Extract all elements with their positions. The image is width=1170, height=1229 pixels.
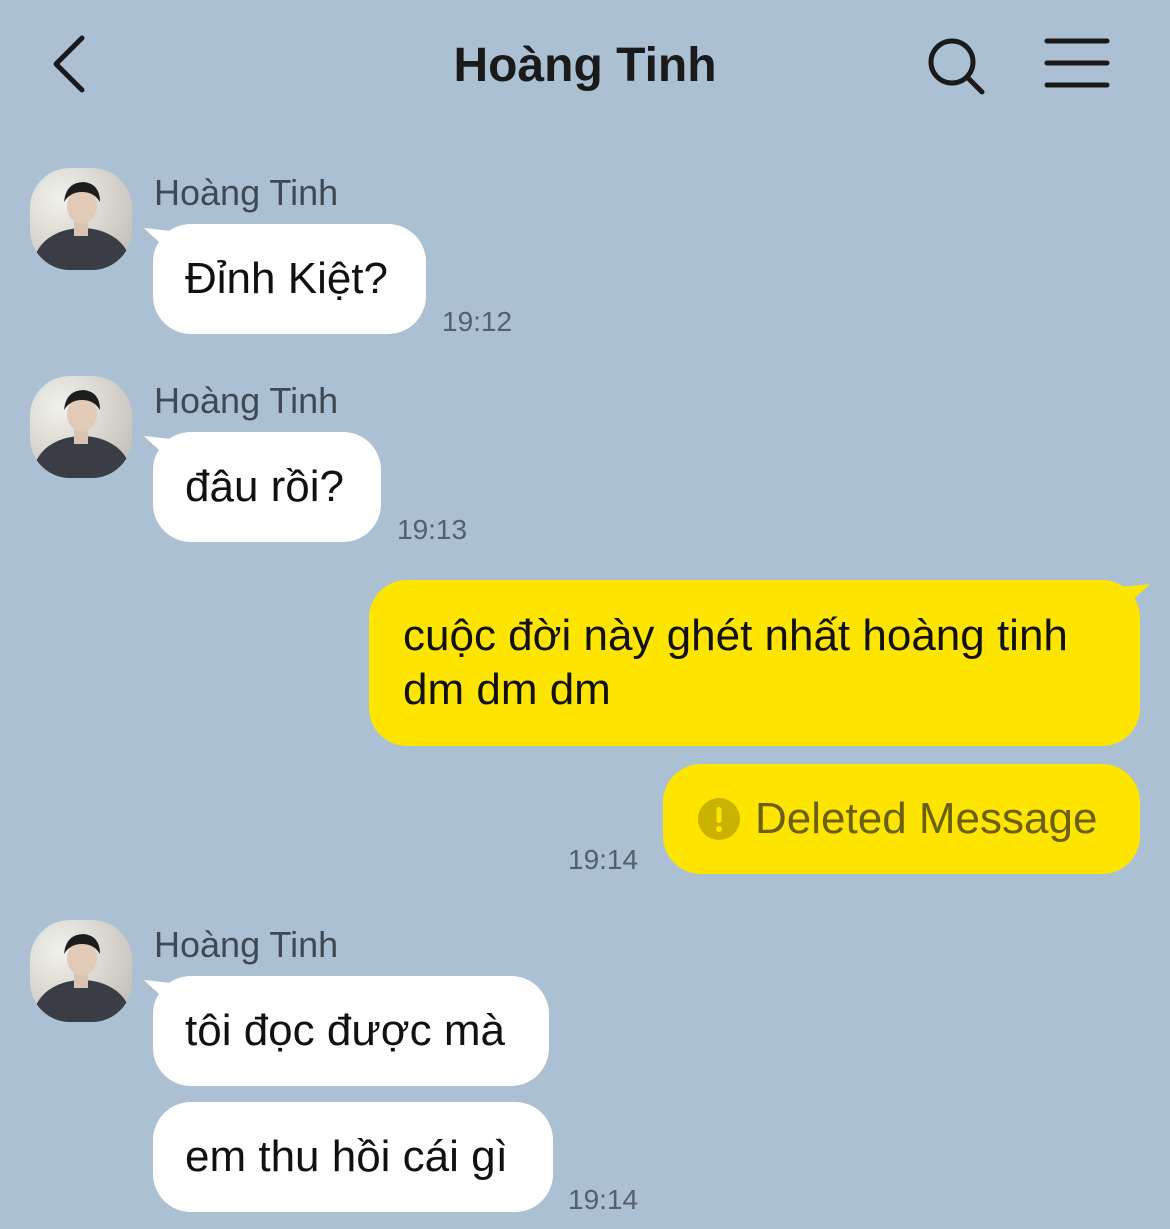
message-text: dm dm dm <box>403 665 611 714</box>
deleted-message-text: Deleted Message <box>755 794 1098 843</box>
chat-header: Hoàng Tinh <box>0 0 1170 140</box>
deleted-message-bubble[interactable]: Deleted Message <box>663 764 1140 874</box>
message-text: em thu hồi cái gì <box>185 1132 508 1181</box>
message-time: 19:13 <box>397 514 468 545</box>
message-time: 19:14 <box>568 1184 639 1215</box>
sender-name: Hoàng Tinh <box>154 924 339 965</box>
avatar[interactable] <box>30 376 132 478</box>
avatar[interactable] <box>30 920 132 1022</box>
message-text: Đỉnh Kiệt? <box>185 254 389 303</box>
message-bubble[interactable]: tôi đọc được mà <box>153 976 549 1086</box>
search-button[interactable] <box>924 34 988 98</box>
exclamation-circle-icon <box>698 798 740 840</box>
message-bubble[interactable]: cuộc đời này ghét nhất hoàng tinh dm dm … <box>369 580 1140 746</box>
message-text: đâu rồi? <box>185 462 345 511</box>
sender-name: Hoàng Tinh <box>154 380 339 421</box>
sender-name: Hoàng Tinh <box>154 172 339 213</box>
message-time: 19:14 <box>568 844 639 875</box>
message-bubble[interactable]: đâu rồi? <box>153 432 381 542</box>
chat-title: Hoàng Tinh <box>453 39 717 92</box>
message-text: cuộc đời này ghét nhất hoàng tinh <box>403 611 1068 660</box>
menu-button[interactable] <box>1044 36 1110 90</box>
message-text: tôi đọc được mà <box>185 1006 505 1055</box>
message-bubble[interactable]: em thu hồi cái gì <box>153 1102 553 1212</box>
search-icon <box>928 38 985 95</box>
message-bubble[interactable]: Đỉnh Kiệt? <box>153 224 426 334</box>
message-time: 19:12 <box>442 306 513 337</box>
avatar[interactable] <box>30 168 132 270</box>
hamburger-menu-icon <box>1044 38 1110 88</box>
